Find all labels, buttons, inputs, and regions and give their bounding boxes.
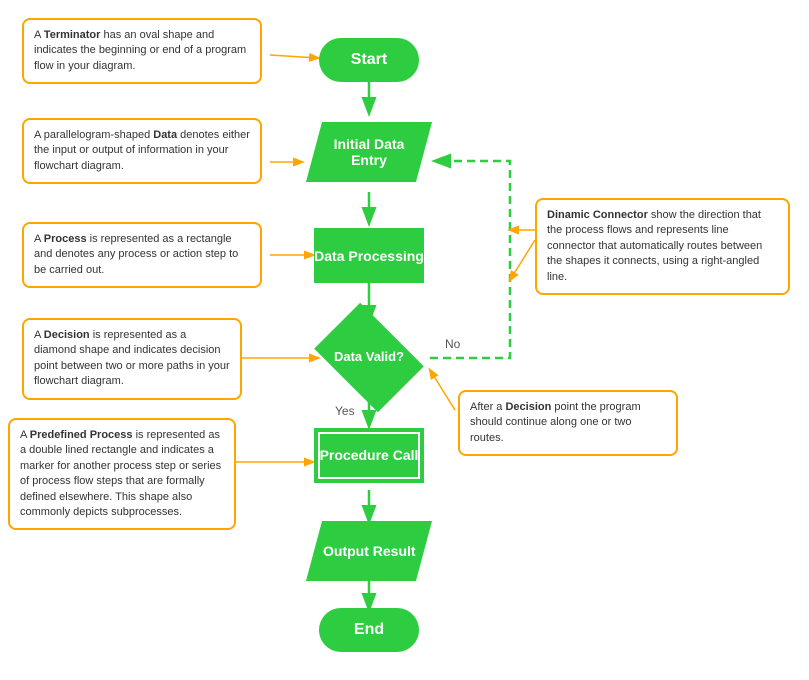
annotation-title: Process [44, 233, 87, 245]
decision-shape: Data Valid? [314, 320, 424, 395]
decision-diamond: Data Valid? [314, 323, 424, 393]
annotation-title: Terminator [44, 29, 101, 41]
decision-annotation: A Decision is represented as a diamond s… [22, 318, 242, 400]
start-oval: Start [319, 38, 419, 82]
annotation-title: Data [153, 129, 177, 141]
data-processing-shape: Data Processing [314, 228, 424, 283]
process-annotation: A Process is represented as a rectangle … [22, 222, 262, 288]
annotation-title: Decision [44, 329, 90, 341]
svg-text:Yes: Yes [335, 404, 355, 418]
decision-after-annotation: After a Decision point the program shoul… [458, 390, 678, 456]
output-result-parallelogram: Output Result [306, 521, 432, 581]
procedure-call-predefined: Procedure Call [314, 428, 424, 483]
annotation-title: Predefined Process [30, 429, 133, 441]
start-shape: Start [319, 38, 419, 82]
end-shape: End [319, 608, 419, 652]
data-annotation: A parallelogram-shaped Data denotes eith… [22, 118, 262, 184]
annotation-title: Dinamic Connector [547, 209, 648, 221]
predefined-annotation: A Predefined Process is represented as a… [8, 418, 236, 530]
svg-text:No: No [445, 337, 461, 351]
dynamic-connector-annotation: Dinamic Connector show the direction tha… [535, 198, 790, 295]
initial-data-parallelogram: Initial Data Entry [306, 122, 432, 182]
terminator-annotation: A Terminator has an oval shape and indic… [22, 18, 262, 84]
output-result-shape: Output Result [308, 520, 430, 582]
end-oval: End [319, 608, 419, 652]
procedure-call-shape: Procedure Call [314, 425, 424, 485]
data-processing-rect: Data Processing [314, 228, 424, 283]
initial-data-shape: Initial Data Entry [308, 118, 430, 186]
annotation-title: Decision [505, 401, 551, 413]
